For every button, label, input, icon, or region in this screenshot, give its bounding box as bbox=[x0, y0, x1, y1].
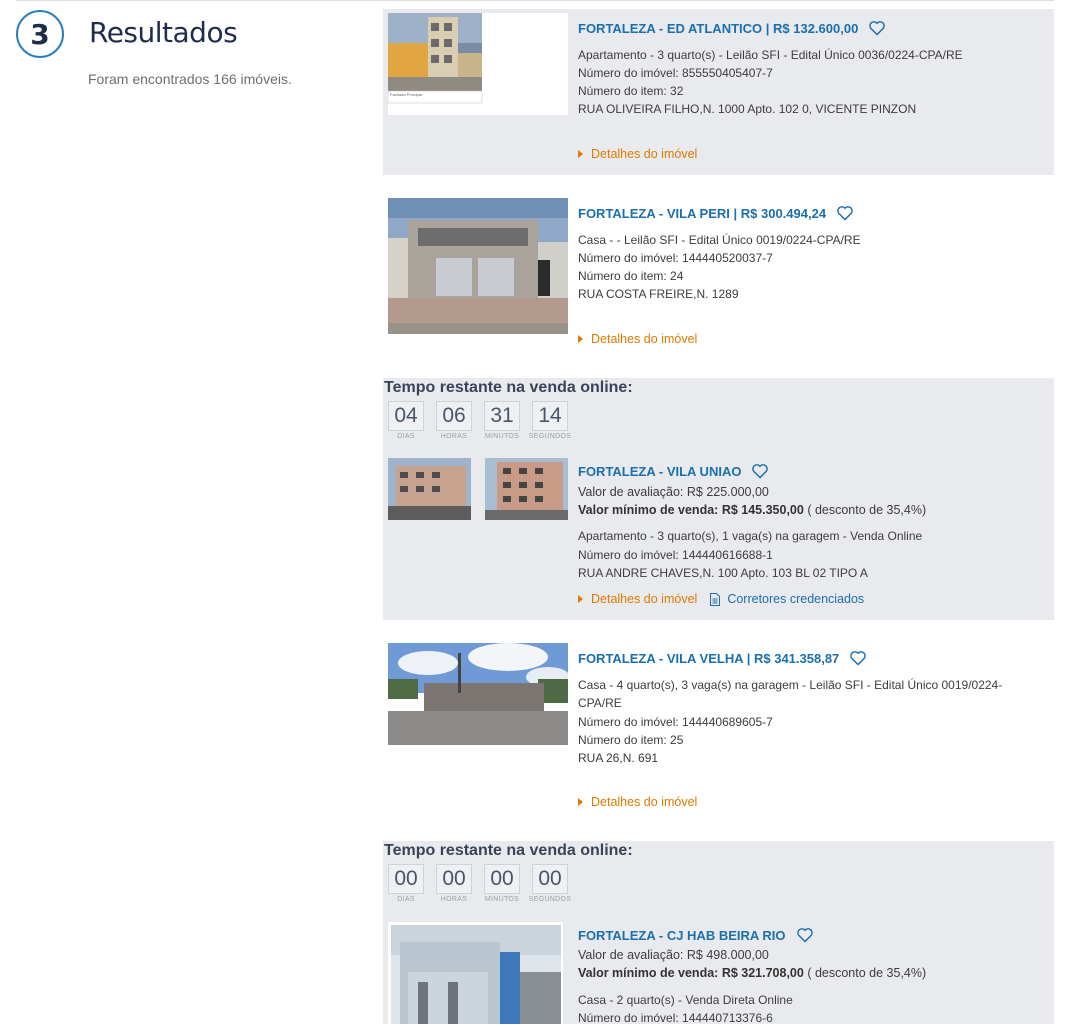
listing-card: FORTALEZA - VILA VELHA | R$ 341.358,87 C… bbox=[383, 638, 1054, 824]
property-number: Número do imóvel: 144440689605-7 bbox=[578, 715, 773, 729]
property-photo[interactable] bbox=[485, 458, 568, 520]
listing-title-link[interactable]: FORTALEZA - VILA VELHA | R$ 341.358,87 bbox=[578, 651, 839, 666]
property-number: Número do imóvel: 144440616688-1 bbox=[578, 548, 773, 562]
timer-title: Tempo restante na venda online: bbox=[384, 379, 633, 396]
timer-seconds: 00 bbox=[532, 864, 568, 894]
listing-title-link[interactable]: FORTALEZA - VILA PERI | R$ 300.494,24 bbox=[578, 206, 826, 221]
timer-hours: 00 bbox=[436, 864, 472, 894]
details-link[interactable]: Detalhes do imóvel bbox=[578, 795, 697, 809]
property-address: RUA OLIVEIRA FILHO,N. 1000 Apto. 102 0, … bbox=[578, 102, 917, 116]
listing-description: Apartamento - 3 quarto(s), 1 vaga(s) na … bbox=[578, 529, 923, 543]
timer-hours: 06 bbox=[436, 401, 472, 431]
appraisal-value: Valor de avaliação: R$ 225.000,00 bbox=[578, 485, 769, 499]
results-count: Foram encontrados 166 imóveis. bbox=[88, 71, 292, 87]
photo-caption: Fachada Principal bbox=[390, 92, 423, 97]
property-number: Número do imóvel: 144440713376-6 bbox=[578, 1011, 773, 1025]
timer-days: 00 bbox=[388, 864, 424, 894]
property-photo[interactable] bbox=[388, 198, 568, 334]
heart-icon[interactable] bbox=[836, 205, 854, 221]
listing-title-link[interactable]: FORTALEZA - VILA UNIAO bbox=[578, 464, 741, 479]
timer-title: Tempo restante na venda online: bbox=[384, 842, 633, 859]
caret-right-icon bbox=[578, 798, 583, 806]
countdown-timer: 00 DIAS 00 HORAS 00 MINUTOS 00 SEGUNDOS bbox=[384, 864, 576, 903]
minimum-sale-value: Valor mínimo de venda: R$ 145.350,00 ( d… bbox=[578, 503, 927, 517]
item-number: Número do item: 32 bbox=[578, 84, 684, 98]
document-icon bbox=[710, 592, 721, 606]
listing-description: Apartamento - 3 quarto(s) - Leilão SFI -… bbox=[578, 48, 963, 62]
details-link[interactable]: Detalhes do imóvel bbox=[578, 332, 697, 346]
details-link[interactable]: Detalhes do imóvel bbox=[578, 147, 697, 161]
heart-icon[interactable] bbox=[868, 20, 886, 36]
listing-title-row: FORTALEZA - VILA UNIAO bbox=[578, 463, 769, 479]
property-photo[interactable] bbox=[388, 458, 471, 520]
property-number: Número do imóvel: 144440520037-7 bbox=[578, 251, 773, 265]
listing-description: Casa - 4 quarto(s), 3 vaga(s) na garagem… bbox=[578, 678, 1003, 710]
timer-minutes: 31 bbox=[484, 401, 520, 431]
listing-description: Casa - 2 quarto(s) - Venda Direta Online bbox=[578, 993, 793, 1007]
heart-icon[interactable] bbox=[751, 463, 769, 479]
property-photo[interactable] bbox=[388, 922, 563, 1024]
top-divider bbox=[16, 0, 1054, 1]
caret-right-icon bbox=[578, 335, 583, 343]
property-address: RUA 26,N. 691 bbox=[578, 751, 659, 765]
heart-icon[interactable] bbox=[849, 650, 867, 666]
timer-minutes: 00 bbox=[484, 864, 520, 894]
property-photo[interactable]: Fachada Principal bbox=[388, 13, 568, 115]
listing-title-row: FORTALEZA - VILA PERI | R$ 300.494,24 bbox=[578, 205, 854, 221]
minimum-sale-value: Valor mínimo de venda: R$ 321.708,00 ( d… bbox=[578, 966, 927, 980]
page-title: Resultados bbox=[89, 16, 238, 49]
heart-icon[interactable] bbox=[796, 927, 814, 943]
listing-card: FORTALEZA - VILA PERI | R$ 300.494,24 Ca… bbox=[383, 194, 1054, 360]
listing-title-row: FORTALEZA - ED ATLANTICO | R$ 132.600,00 bbox=[578, 20, 886, 36]
listing-description: Casa - - Leilão SFI - Edital Único 0019/… bbox=[578, 233, 861, 247]
listing-card: Fachada Principal FORTALEZA - ED ATLANTI… bbox=[383, 9, 1054, 175]
timer-seconds: 14 bbox=[532, 401, 568, 431]
listing-title-row: FORTALEZA - CJ HAB BEIRA RIO bbox=[578, 927, 814, 943]
item-number: Número do item: 24 bbox=[578, 269, 684, 283]
brokers-link[interactable]: Corretores credenciados bbox=[709, 592, 864, 606]
property-number: Número do imóvel: 855550405407-7 bbox=[578, 66, 773, 80]
listing-card-online: Tempo restante na venda online: 04 DIAS 0… bbox=[383, 378, 1054, 620]
property-photo[interactable] bbox=[388, 643, 568, 745]
property-address: RUA ANDRE CHAVES,N. 100 Apto. 103 BL 02 … bbox=[578, 566, 868, 580]
listing-title-row: FORTALEZA - VILA VELHA | R$ 341.358,87 bbox=[578, 650, 867, 666]
property-address: RUA COSTA FREIRE,N. 1289 bbox=[578, 287, 739, 301]
listing-card-online: Tempo restante na venda online: 00 DIAS 0… bbox=[383, 841, 1054, 1025]
countdown-timer: 04 DIAS 06 HORAS 31 MINUTOS 14 SEGUNDOS bbox=[384, 401, 576, 440]
appraisal-value: Valor de avaliação: R$ 498.000,00 bbox=[578, 948, 769, 962]
listing-title-link[interactable]: FORTALEZA - ED ATLANTICO | R$ 132.600,00 bbox=[578, 21, 858, 36]
item-number: Número do item: 25 bbox=[578, 733, 684, 747]
timer-days: 04 bbox=[388, 401, 424, 431]
caret-right-icon bbox=[578, 150, 583, 158]
details-link[interactable]: Detalhes do imóvel Corretores credenciad… bbox=[578, 592, 864, 606]
caret-right-icon bbox=[578, 595, 583, 603]
step-number-badge: 3 bbox=[16, 10, 64, 58]
listing-title-link[interactable]: FORTALEZA - CJ HAB BEIRA RIO bbox=[578, 928, 786, 943]
